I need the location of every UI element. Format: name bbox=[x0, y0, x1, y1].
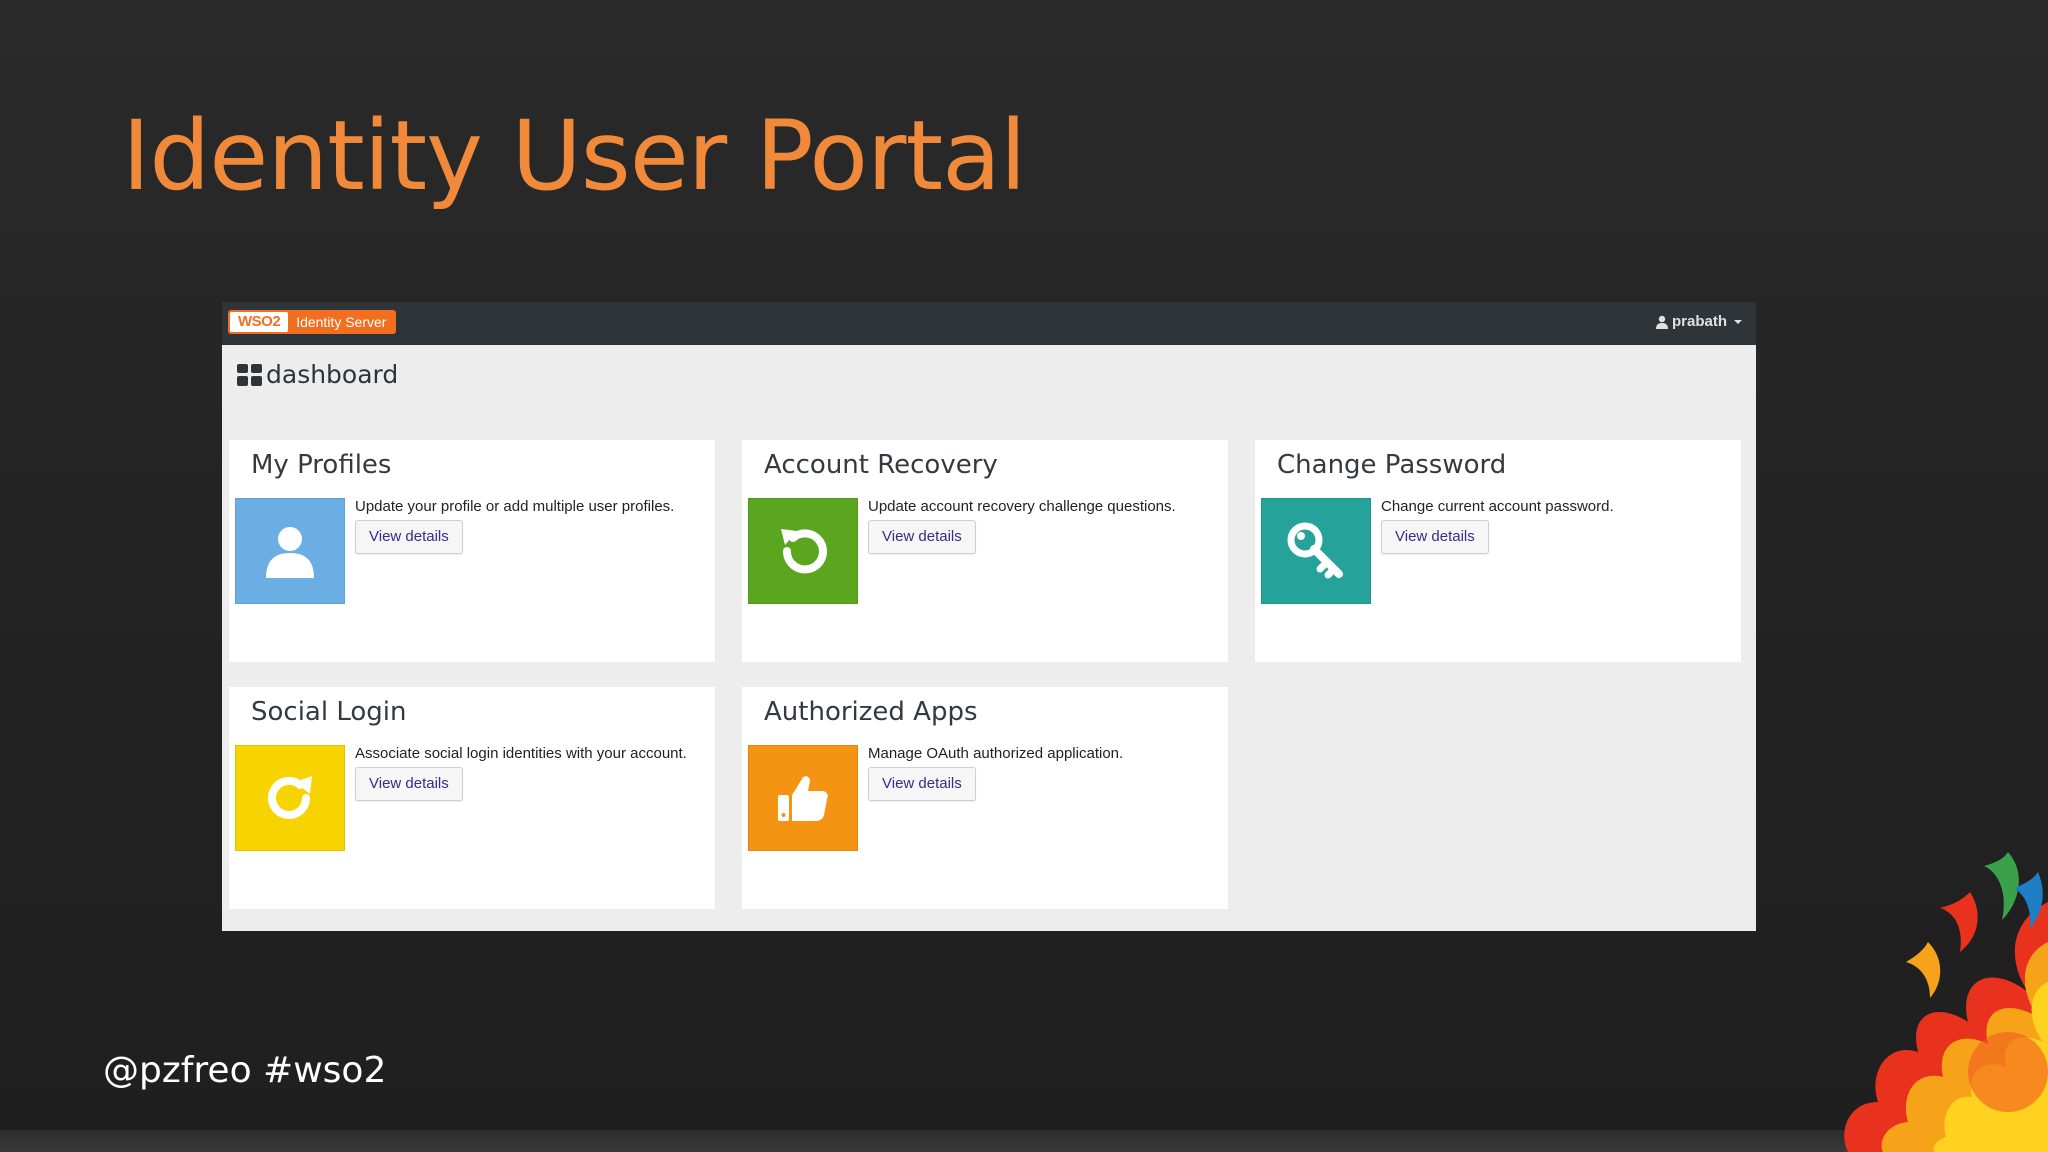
sun-logo-icon bbox=[1844, 852, 2048, 1152]
portal-screenshot: WSO2 Identity Server prabath dashboard M… bbox=[222, 302, 1756, 931]
twitter-handle: @pzfreo #wso2 bbox=[103, 1050, 387, 1091]
dashboard-header: dashboard bbox=[237, 360, 398, 389]
key-icon bbox=[1287, 522, 1343, 579]
view-details-button[interactable]: View details bbox=[355, 520, 463, 554]
card-description: Change current account password. bbox=[1381, 498, 1614, 515]
card-description: Update account recovery challenge questi… bbox=[868, 498, 1176, 515]
undo-icon bbox=[781, 529, 827, 574]
view-details-button[interactable]: View details bbox=[868, 767, 976, 801]
dashboard-icon bbox=[237, 363, 262, 386]
thumbs-up-icon bbox=[778, 776, 828, 821]
card-tile bbox=[235, 498, 345, 604]
card-description: Manage OAuth authorized application. bbox=[868, 745, 1124, 762]
card-tile bbox=[748, 498, 858, 604]
user-menu[interactable]: prabath bbox=[1655, 313, 1742, 330]
card-change-password: Change Password Change current account p… bbox=[1255, 440, 1741, 662]
portal-navbar: WSO2 Identity Server prabath bbox=[222, 302, 1756, 345]
slide-title: Identity User Portal bbox=[122, 100, 1027, 212]
card-title: Account Recovery bbox=[764, 450, 998, 480]
card-description: Update your profile or add multiple user… bbox=[355, 498, 675, 515]
user-icon bbox=[266, 527, 314, 578]
card-title: Social Login bbox=[251, 697, 407, 727]
card-tile bbox=[235, 745, 345, 851]
card-tile bbox=[748, 745, 858, 851]
view-details-button[interactable]: View details bbox=[1381, 520, 1489, 554]
card-account-recovery: Account Recovery Update account recovery… bbox=[742, 440, 1228, 662]
card-authorized-apps: Authorized Apps Manage OAuth authorized … bbox=[742, 687, 1228, 909]
user-icon bbox=[1655, 315, 1668, 329]
card-title: Change Password bbox=[1277, 450, 1507, 480]
card-title: My Profiles bbox=[251, 450, 392, 480]
card-social-login: Social Login Associate social login iden… bbox=[229, 687, 715, 909]
view-details-button[interactable]: View details bbox=[868, 520, 976, 554]
wso2-identity-server-logo[interactable]: WSO2 Identity Server bbox=[228, 310, 397, 334]
dashboard-title: dashboard bbox=[266, 360, 399, 389]
view-details-button[interactable]: View details bbox=[355, 767, 463, 801]
logo-product: Identity Server bbox=[296, 314, 387, 330]
card-description: Associate social login identities with y… bbox=[355, 745, 687, 762]
card-title: Authorized Apps bbox=[764, 697, 978, 727]
username: prabath bbox=[1671, 313, 1727, 330]
logo-brand: WSO2 bbox=[230, 312, 289, 332]
refresh-icon bbox=[268, 776, 312, 819]
card-my-profiles: My Profiles Update your profile or add m… bbox=[229, 440, 715, 662]
chevron-down-icon bbox=[1734, 319, 1742, 324]
card-tile bbox=[1261, 498, 1371, 604]
